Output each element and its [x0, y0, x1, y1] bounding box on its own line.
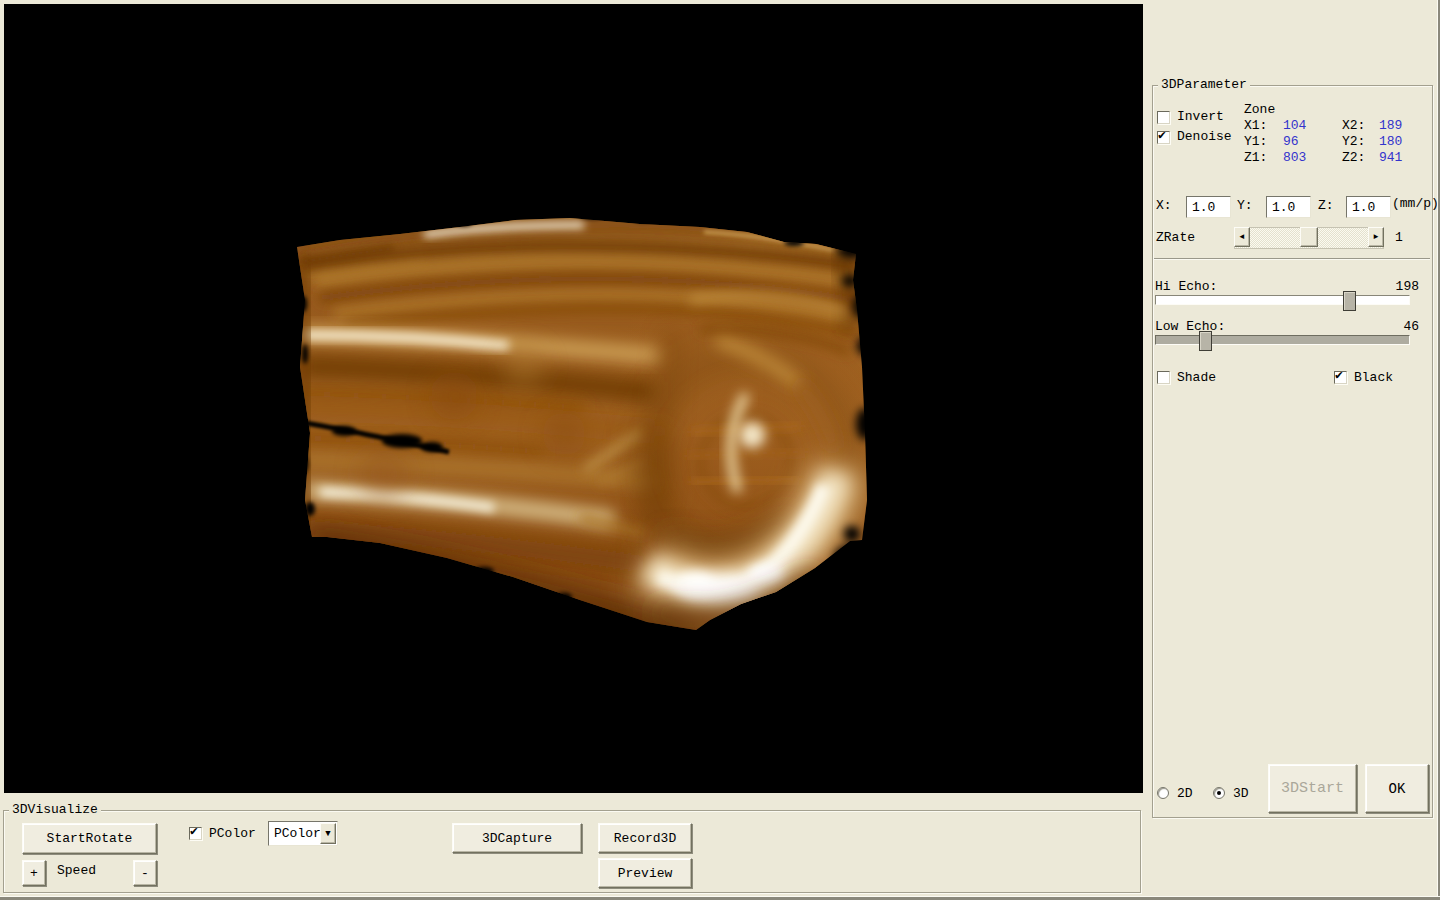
check-icon: ✔ — [1335, 369, 1343, 382]
pcolor-select[interactable]: PColor ▼ — [268, 821, 338, 846]
hi-echo-slider[interactable] — [1155, 290, 1410, 312]
zone-x2-value: 189 — [1379, 119, 1402, 133]
arrow-left-icon: ◄ — [1240, 233, 1245, 241]
parameter-group-title: 3DParameter — [1158, 78, 1250, 92]
denoise-checkbox[interactable]: ✔ — [1157, 131, 1170, 144]
volume-render — [4, 4, 1143, 793]
app-window: { "window": { "bg_color": "#ece9d8", "vi… — [0, 0, 1440, 900]
low-echo-track[interactable] — [1155, 335, 1410, 345]
invert-label: Invert — [1177, 110, 1224, 124]
zone-y1-value: 96 — [1283, 135, 1299, 149]
check-icon: ✔ — [1158, 129, 1166, 142]
invert-checkbox[interactable]: ✔ — [1157, 111, 1170, 124]
zone-x1-value: 104 — [1283, 119, 1306, 133]
scale-unit-label: (mm/p) — [1392, 197, 1439, 211]
mode-3d-radio[interactable] — [1213, 787, 1225, 799]
zrate-scroll-left-button[interactable]: ◄ — [1234, 227, 1250, 247]
speed-plus-button[interactable]: + — [22, 860, 46, 886]
start3d-button[interactable]: 3DStart — [1268, 764, 1357, 813]
zrate-scrollbar[interactable]: ◄ ► — [1234, 227, 1384, 249]
arrow-right-icon: ► — [1374, 233, 1379, 241]
hi-echo-thumb[interactable] — [1343, 291, 1356, 311]
pcolor-label: PColor — [209, 827, 256, 841]
zone-z2-value: 941 — [1379, 151, 1402, 165]
start-rotate-button[interactable]: StartRotate — [22, 823, 157, 854]
zone-x1-label: X1: — [1244, 119, 1267, 133]
black-label: Black — [1354, 371, 1393, 385]
visualize-group-title: 3DVisualize — [9, 803, 101, 817]
zrate-scroll-thumb[interactable] — [1300, 227, 1318, 247]
render-viewport[interactable] — [4, 4, 1143, 793]
pcolor-checkbox[interactable]: ✔ — [189, 827, 202, 840]
separator — [1154, 258, 1430, 260]
zone-label: Zone — [1244, 103, 1275, 117]
zone-y1-label: Y1: — [1244, 135, 1267, 149]
denoise-label: Denoise — [1177, 130, 1232, 144]
low-echo-slider[interactable] — [1155, 330, 1410, 352]
scale-x-input[interactable]: 1.0 — [1186, 196, 1231, 218]
zrate-scroll-right-button[interactable]: ► — [1368, 227, 1384, 247]
zrate-label: ZRate — [1156, 231, 1195, 245]
zone-y2-value: 180 — [1379, 135, 1402, 149]
scale-y-input[interactable]: 1.0 — [1266, 196, 1311, 218]
mode-2d-label: 2D — [1177, 787, 1193, 801]
speed-minus-button[interactable]: - — [133, 860, 157, 886]
scale-x-label: X: — [1156, 199, 1172, 213]
zone-z1-label: Z1: — [1244, 151, 1267, 165]
record-button[interactable]: Record3D — [598, 823, 692, 853]
zone-y2-label: Y2: — [1342, 135, 1365, 149]
zone-x2-label: X2: — [1342, 119, 1365, 133]
preview-button[interactable]: Preview — [598, 858, 692, 888]
scale-z-label: Z: — [1318, 199, 1334, 213]
scale-z-input[interactable]: 1.0 — [1346, 196, 1391, 218]
scale-y-label: Y: — [1237, 199, 1253, 213]
pcolor-select-dropdown-button[interactable]: ▼ — [320, 823, 336, 844]
speed-label: Speed — [57, 864, 96, 878]
zrate-value: 1 — [1395, 231, 1403, 245]
ok-button[interactable]: OK — [1365, 764, 1429, 813]
capture-button[interactable]: 3DCapture — [452, 823, 582, 853]
shade-label: Shade — [1177, 371, 1216, 385]
zone-z2-label: Z2: — [1342, 151, 1365, 165]
zone-z1-value: 803 — [1283, 151, 1306, 165]
mode-2d-radio[interactable] — [1157, 787, 1169, 799]
black-checkbox[interactable]: ✔ — [1334, 371, 1347, 384]
window-bottom-edge — [0, 896, 1440, 900]
arrow-down-icon: ▼ — [325, 829, 330, 839]
mode-3d-label: 3D — [1233, 787, 1249, 801]
parameter-groupbox: 3DParameter — [1152, 85, 1433, 818]
check-icon: ✔ — [190, 825, 198, 838]
pcolor-select-value: PColor — [274, 826, 321, 841]
low-echo-thumb[interactable] — [1199, 331, 1212, 351]
hi-echo-track[interactable] — [1155, 295, 1410, 305]
shade-checkbox[interactable]: ✔ — [1157, 371, 1170, 384]
